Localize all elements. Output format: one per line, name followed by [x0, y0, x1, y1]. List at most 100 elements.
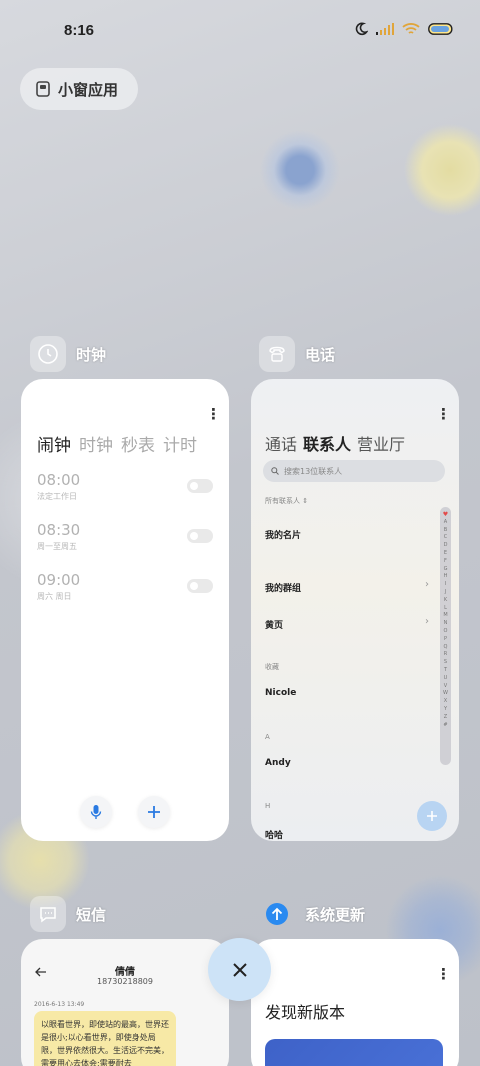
- clock-app-icon: [30, 336, 66, 372]
- contact-name: 哈哈: [265, 831, 284, 841]
- phone-more-icon[interactable]: ⋮: [436, 407, 451, 422]
- tab-service-hall[interactable]: 营业厅: [357, 431, 405, 455]
- close-icon: [232, 962, 247, 977]
- index-letter[interactable]: D: [444, 542, 448, 550]
- signal-icon: [376, 23, 394, 35]
- index-letter[interactable]: X: [444, 698, 447, 706]
- status-icons: [354, 22, 454, 36]
- alarm-item[interactable]: 09:00 周六 周日: [37, 571, 213, 602]
- phone-card-title: 电话: [305, 345, 336, 364]
- tab-timer[interactable]: 计时: [163, 431, 197, 456]
- phone-card-header[interactable]: 电话: [259, 336, 335, 372]
- section-header: A: [265, 733, 270, 741]
- index-letter[interactable]: C: [444, 534, 448, 542]
- index-letter[interactable]: #: [443, 722, 447, 730]
- alarm-repeat: 周一至周五: [37, 542, 77, 551]
- message-bubble[interactable]: 以眼看世界，即使站的最高，世界还是很小;以心看世界，即使身处局限，世界依然很大。…: [34, 1011, 176, 1066]
- floating-window-icon: [36, 81, 50, 97]
- sms-contact-number: 18730218809: [97, 977, 153, 986]
- chevron-right-icon: ›: [425, 616, 429, 627]
- alarm-toggle[interactable]: [187, 529, 213, 543]
- yellow-pages-label: 黄页: [265, 621, 284, 631]
- clear-all-button[interactable]: [208, 938, 271, 1001]
- contact-row[interactable]: 哈哈: [265, 828, 429, 841]
- sms-card[interactable]: 倩倩 18730218809 2016-6-13 13:49 以眼看世界，即使站…: [21, 939, 229, 1066]
- clock-icon: [38, 344, 58, 364]
- clock-more-icon[interactable]: ⋮: [206, 407, 221, 422]
- index-letter[interactable]: S: [444, 659, 447, 667]
- update-heading: 发现新版本: [265, 1003, 346, 1022]
- battery-icon: [428, 23, 453, 35]
- all-contacts-filter[interactable]: 所有联系人 ⇕: [265, 496, 308, 506]
- index-letter[interactable]: P: [444, 636, 447, 644]
- update-card[interactable]: ⋮ 发现新版本: [251, 939, 459, 1066]
- tab-alarm[interactable]: 闹钟: [37, 431, 71, 456]
- index-letter[interactable]: U: [444, 675, 448, 683]
- index-letter[interactable]: Z: [444, 714, 447, 722]
- add-contact-button[interactable]: [417, 801, 447, 831]
- phone-card[interactable]: ⋮ 通话 联系人 营业厅 搜索13位联系人 所有联系人 ⇕ 我的名片 我的群组 …: [251, 379, 459, 841]
- update-banner: [265, 1039, 443, 1066]
- voice-button[interactable]: [80, 796, 112, 828]
- tab-stopwatch[interactable]: 秒表: [121, 431, 155, 456]
- alphabet-index-bar[interactable]: ♥ A B C D E F G H I J K L M N O P Q R S T U V W X Y Z #: [440, 507, 451, 765]
- moon-icon: [355, 22, 368, 36]
- contact-name: Andy: [265, 758, 291, 768]
- section-header: H: [265, 802, 271, 810]
- favorites-header: 收藏: [265, 663, 279, 671]
- index-letter[interactable]: T: [444, 667, 447, 675]
- update-card-header[interactable]: 系统更新: [259, 896, 365, 932]
- index-letter[interactable]: Q: [444, 644, 448, 652]
- contacts-search-input[interactable]: 搜索13位联系人: [263, 460, 445, 482]
- index-letter[interactable]: Y: [444, 706, 447, 714]
- plus-icon: [148, 806, 160, 818]
- index-letter[interactable]: F: [444, 558, 447, 566]
- clock-card[interactable]: ⋮ 闹钟 时钟 秒表 计时 08:00 法定工作日 08:30 周一至周五 09…: [21, 379, 229, 841]
- all-contacts-label: 所有联系人: [265, 497, 300, 505]
- index-letter[interactable]: I: [445, 581, 446, 589]
- update-more-icon[interactable]: ⋮: [436, 967, 451, 982]
- index-letter[interactable]: O: [444, 628, 448, 636]
- index-letter[interactable]: K: [444, 597, 447, 605]
- sms-contact-name: 倩倩: [115, 967, 135, 978]
- index-letter[interactable]: G: [444, 566, 448, 574]
- alarm-item[interactable]: 08:30 周一至周五: [37, 521, 213, 552]
- contact-row[interactable]: Andy: [265, 758, 429, 768]
- index-letter[interactable]: W: [443, 690, 448, 698]
- tab-calls[interactable]: 通话: [265, 431, 297, 455]
- yellow-pages-row[interactable]: 黄页 ›: [265, 616, 429, 631]
- index-letter[interactable]: J: [445, 589, 446, 597]
- heart-icon[interactable]: ♥: [443, 511, 448, 519]
- my-card-row[interactable]: 我的名片: [265, 528, 429, 541]
- tab-clock[interactable]: 时钟: [79, 431, 113, 456]
- index-letter[interactable]: A: [444, 519, 447, 527]
- clock-card-header[interactable]: 时钟: [30, 336, 106, 372]
- index-letter[interactable]: N: [444, 620, 448, 628]
- alarm-toggle[interactable]: [187, 579, 213, 593]
- alarm-toggle[interactable]: [187, 479, 213, 493]
- index-letter[interactable]: M: [443, 612, 447, 620]
- index-letter[interactable]: E: [444, 550, 447, 558]
- alarm-repeat: 周六 周日: [37, 592, 72, 601]
- sms-card-title: 短信: [76, 905, 107, 924]
- search-icon: [271, 467, 279, 475]
- index-letter[interactable]: H: [444, 573, 448, 581]
- index-letter[interactable]: B: [444, 527, 447, 535]
- index-letter[interactable]: R: [444, 651, 447, 659]
- index-letter[interactable]: L: [444, 605, 447, 613]
- my-groups-row[interactable]: 我的群组 ›: [265, 579, 429, 594]
- my-groups-label: 我的群组: [265, 584, 302, 594]
- contact-row[interactable]: Nicole: [265, 688, 429, 698]
- alarm-item[interactable]: 08:00 法定工作日: [37, 471, 213, 502]
- microphone-icon: [90, 805, 102, 819]
- sms-card-header[interactable]: 短信: [30, 896, 106, 932]
- phone-app-icon: [259, 336, 295, 372]
- floating-windows-button[interactable]: 小窗应用: [20, 68, 138, 110]
- plus-icon: [427, 811, 437, 821]
- phone-icon: [269, 346, 285, 362]
- add-alarm-button[interactable]: [138, 796, 170, 828]
- tab-contacts[interactable]: 联系人: [303, 431, 351, 455]
- index-letter[interactable]: V: [444, 683, 447, 691]
- status-bar: 8:16: [0, 0, 480, 60]
- contact-name: Nicole: [265, 688, 297, 698]
